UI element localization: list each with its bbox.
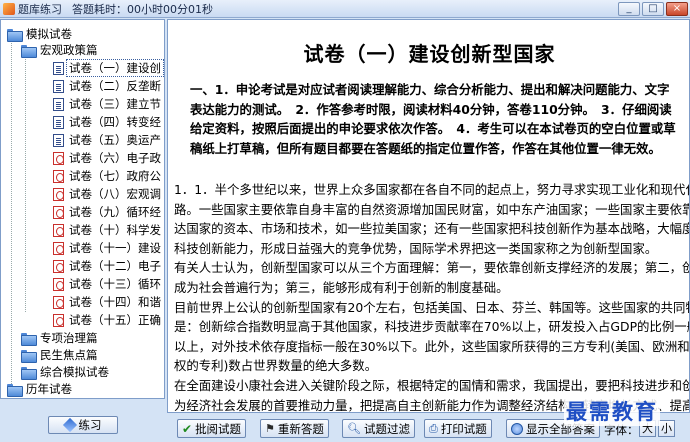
tree-item-paper-12[interactable]: 试卷（十二）电子	[53, 258, 163, 274]
passage-line: 在全面建设小康社会进入关键阶段之际，根据特定的国情和需求，我国提出，要把科技进步…	[174, 377, 690, 393]
maximize-button[interactable]: □	[642, 1, 664, 16]
tree-item-paper-15[interactable]: 试卷（十五）正确	[53, 312, 163, 328]
passage-line: 路。一些国家主要依靠自身丰富的自然资源增加国民财富，如中东产油国家；一些国家主要…	[174, 201, 690, 217]
paper-tree-panel: 模拟试卷 宏观政策篇 试卷（一）建设创 试卷（二）反垄断 试卷（三）建立节 试卷…	[0, 19, 165, 399]
tree-node-macro-policy[interactable]: 宏观政策篇	[21, 42, 100, 58]
redo-button[interactable]: ⚑ 重新答题	[260, 419, 329, 438]
tree-node-special-governance[interactable]: 专项治理篇	[21, 330, 100, 346]
folder-icon	[21, 349, 37, 363]
document-view: 试卷（一）建设创新型国家 一、1．申论考试是对应试者阅读理解能力、综合分析能力、…	[167, 19, 690, 413]
tree-node-mock-papers[interactable]: 模拟试卷	[7, 26, 74, 42]
document-icon	[53, 295, 64, 309]
folder-icon	[21, 366, 37, 380]
document-icon	[53, 151, 64, 165]
document-icon	[53, 61, 64, 75]
tree-item-paper-5[interactable]: 试卷（五）奥运产	[53, 132, 163, 148]
tree-node-comprehensive[interactable]: 综合模拟试卷	[21, 364, 111, 380]
document-icon	[53, 79, 64, 93]
elapsed-time: 答题耗时：00小时00分01秒	[72, 2, 213, 16]
document-icon	[53, 115, 64, 129]
minimize-button[interactable]: _	[618, 1, 640, 16]
folder-open-icon	[7, 28, 23, 42]
tree-item-paper-6[interactable]: 试卷（六）电子政	[53, 150, 163, 166]
document-icon	[53, 259, 64, 273]
font-small-button[interactable]: 小	[658, 420, 675, 437]
passage-line: 有关人士认为，创新型国家可以从三个方面理解：第一，要依靠创新支撑经济的发展；第二…	[174, 260, 690, 276]
exam-instructions: 一、1．申论考试是对应试者阅读理解能力、综合分析能力、提出和解决问题能力、文字表…	[190, 82, 676, 156]
watermark-logo: 最需教育	[564, 396, 660, 426]
tree-node-livelihood[interactable]: 民生焦点篇	[21, 347, 100, 363]
tree-item-paper-9[interactable]: 试卷（九）循环经	[53, 204, 163, 220]
pencil-icon	[62, 417, 77, 433]
passage-line: 以上，对外技术依存度指标一般在30%以下。此外，这些国家所获得的三方专利(美国、…	[174, 338, 690, 354]
answer-icon	[511, 422, 523, 435]
passage-line: 权的专利)数占世界数量的绝大多数。	[174, 358, 378, 374]
document-icon	[53, 133, 64, 147]
tree-item-paper-11[interactable]: 试卷（十一）建设	[53, 240, 163, 256]
passage-line: 成为社会普遍行为；第三，能够形成有利于创新的制度基础。	[174, 279, 509, 295]
reading-passage: 1．1．半个多世纪以来，世界上众多国家都在各自不同的起点上，努力寻求实现工业化和…	[174, 180, 690, 412]
tree-item-paper-3[interactable]: 试卷（三）建立节	[53, 96, 163, 112]
passage-line: 科技创新能力，形成日益强大的竞争优势，国际学术界把这一类国家称之为创新型国家。	[174, 240, 658, 256]
paper-title: 试卷（一）建设创新型国家	[303, 42, 556, 66]
printer-icon: ⎙	[429, 421, 438, 435]
left-footer: 练习	[0, 399, 165, 442]
tree-item-paper-13[interactable]: 试卷（十三）循环	[53, 276, 163, 292]
tree-item-paper-2[interactable]: 试卷（二）反垄断	[53, 78, 163, 94]
tree-item-paper-4[interactable]: 试卷（四）转变经	[53, 114, 163, 130]
folder-icon	[21, 332, 37, 346]
tree-item-paper-7[interactable]: 试卷（七）政府公	[53, 168, 163, 184]
title-bar: 题库练习 答题耗时：00小时00分01秒 _ □ ×	[0, 0, 690, 18]
passage-line: 是：创新综合指数明显高于其他国家，科技进步贡献率在70%以上，研发投入占GDP的…	[174, 319, 690, 335]
practice-button[interactable]: 练习	[48, 416, 118, 434]
magnifier-icon: 🔍︎	[347, 422, 361, 435]
tree-item-paper-10[interactable]: 试卷（十）科学发	[53, 222, 163, 238]
close-button[interactable]: ×	[666, 1, 688, 16]
filter-button[interactable]: 🔍︎ 试题过滤	[342, 419, 415, 438]
check-icon: ✔	[182, 421, 193, 436]
passage-line: 达国家的资本、市场和技术，如一些拉美国家；还有一些国家把科技创新作为基本战略，大…	[174, 221, 690, 237]
tree-item-paper-8[interactable]: 试卷（八）宏观调	[53, 186, 163, 202]
tree-node-past-papers[interactable]: 历年试卷	[7, 381, 74, 397]
tree-item-paper-14[interactable]: 试卷（十四）和谐	[53, 294, 163, 310]
window-title: 题库练习	[18, 2, 62, 16]
document-icon	[53, 277, 64, 291]
app-icon	[3, 2, 15, 15]
print-button[interactable]: ⎙ 打印试题	[424, 419, 492, 438]
checkered-flag-icon: ⚑	[265, 422, 275, 435]
folder-icon	[7, 383, 23, 397]
document-icon	[53, 169, 64, 183]
document-icon	[53, 241, 64, 255]
grade-button[interactable]: ✔ 批阅试题	[177, 419, 247, 438]
document-icon	[53, 223, 64, 237]
folder-open-icon	[21, 44, 37, 58]
document-icon	[53, 205, 64, 219]
passage-line: 目前世界上公认的创新型国家有20个左右，包括美国、日本、芬兰、韩国等。这些国家的…	[174, 299, 690, 315]
document-icon	[53, 313, 64, 327]
passage-line: 1．1．半个多世纪以来，世界上众多国家都在各自不同的起点上，努力寻求实现工业化和…	[174, 182, 690, 197]
document-icon	[53, 97, 64, 111]
tree-item-paper-1[interactable]: 试卷（一）建设创	[53, 59, 164, 77]
document-icon	[53, 187, 64, 201]
